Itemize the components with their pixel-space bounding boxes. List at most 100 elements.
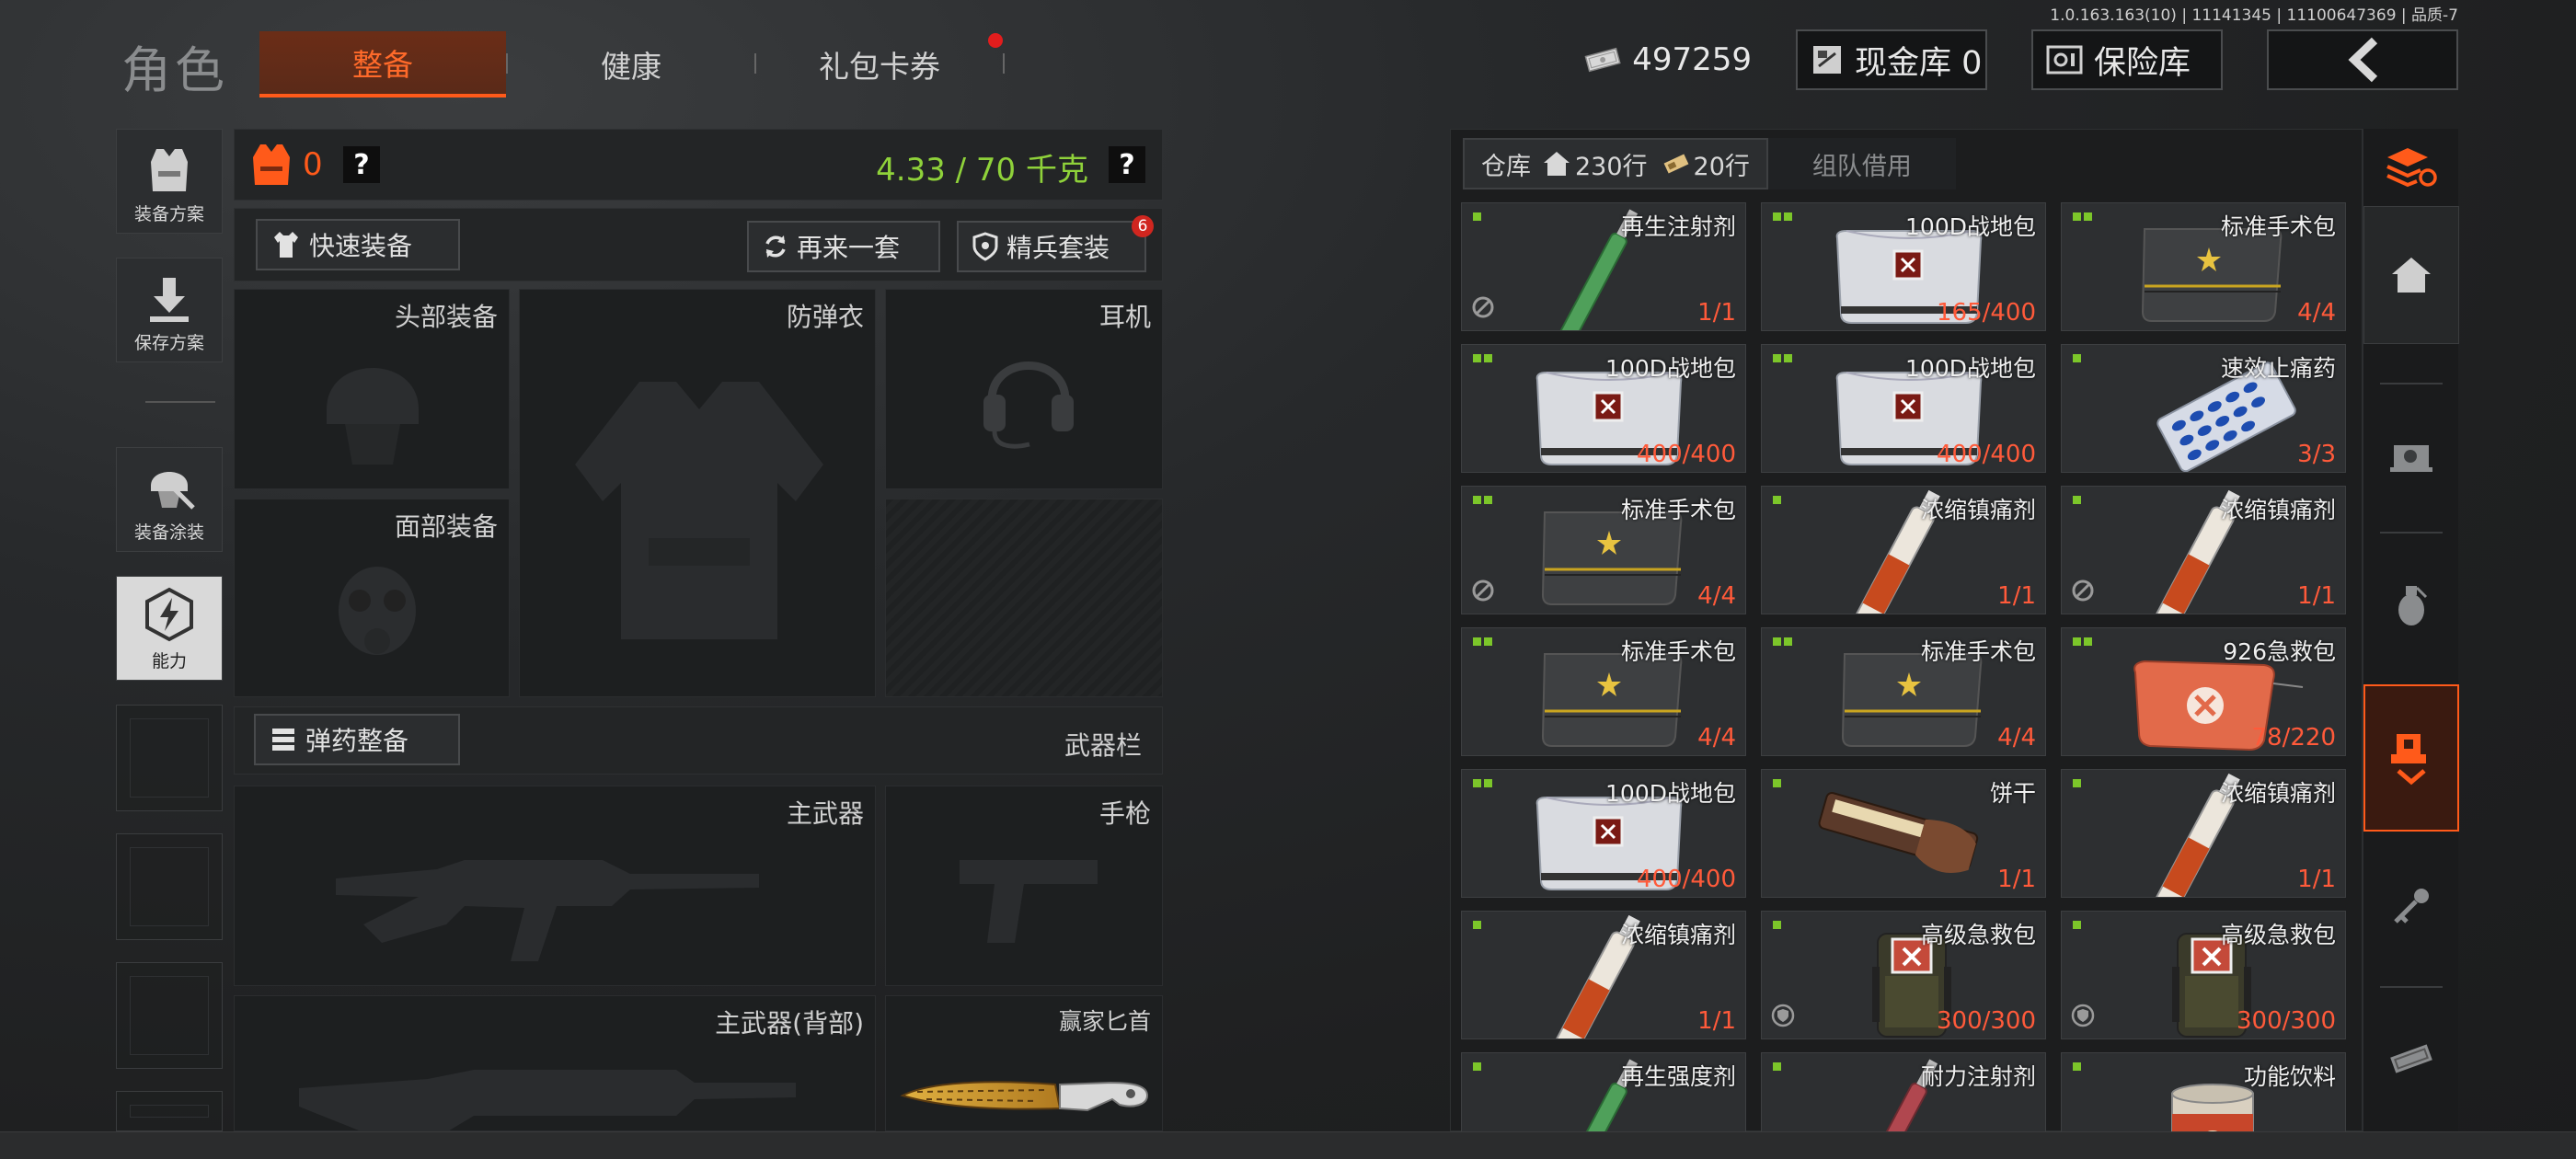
strip-divider (2380, 986, 2443, 988)
ticket-icon (1663, 154, 1688, 174)
item-quantity: 1/1 (1997, 866, 2036, 893)
slot-label: 防弹衣 (786, 302, 864, 332)
rarity-pip (1473, 212, 1481, 221)
safe-vault-button[interactable]: 保险库 (2031, 29, 2223, 90)
inventory-item[interactable]: 再生注射剂 1/1 (1461, 202, 1746, 331)
inventory-item[interactable]: 100D战地包 400/400 (1461, 769, 1746, 898)
face-slot[interactable]: 面部装备 (234, 499, 510, 697)
inventory-item[interactable]: 标准手术包 4/4 (2061, 202, 2346, 331)
loadout-plan-button[interactable]: 装备方案 (116, 129, 223, 234)
cash-vault-button[interactable]: 现金库 0 (1796, 29, 1987, 90)
slot-label: 面部装备 (394, 511, 498, 542)
item-quantity: 3/3 (2297, 441, 2336, 468)
inventory-item[interactable]: 饼干 1/1 (1761, 769, 2046, 898)
category-cash[interactable] (2363, 990, 2459, 1128)
repeat-set-button[interactable]: 再来一套 (747, 221, 940, 272)
item-name: 浓缩镇痛剂 (2220, 497, 2336, 523)
rarity-pip (1773, 354, 1781, 362)
primary-weapon-slot[interactable]: 主武器 (234, 786, 876, 986)
inventory-item[interactable]: 浓缩镇痛剂 1/1 (2061, 486, 2346, 614)
item-name: 浓缩镇痛剂 (1920, 497, 2036, 523)
rarity-pips (2073, 637, 2092, 646)
ability-button[interactable]: 能力 (116, 576, 223, 681)
rarity-pips (2073, 921, 2081, 929)
rarity-pips (1773, 354, 1792, 362)
inventory-item[interactable]: 再生强度剂 (1461, 1052, 1746, 1139)
body-armor-slot[interactable]: 防弹衣 (519, 289, 876, 697)
cash-vault-label: 现金库 0 (1855, 44, 1983, 82)
item-quantity: 1/1 (1697, 1007, 1736, 1035)
inventory-item[interactable]: 100D战地包 400/400 (1461, 344, 1746, 473)
weight-help-button[interactable]: ? (1109, 146, 1145, 183)
inventory-item[interactable]: 高级急救包 300/300 (1761, 911, 2046, 1039)
locked-slot (885, 499, 1163, 697)
tab-warehouse[interactable]: 仓库 230行 20行 (1463, 138, 1768, 189)
save-plan-button[interactable]: 保存方案 (116, 258, 223, 362)
pistol-slot[interactable]: 手枪 (885, 786, 1163, 986)
category-all[interactable] (2363, 129, 2459, 206)
inventory-item[interactable]: 标准手术包 4/4 (1461, 486, 1746, 614)
inventory-item[interactable]: 926急救包 78/220 (2061, 627, 2346, 756)
armor-count: 0 (303, 146, 323, 183)
inventory-item[interactable]: 浓缩镇痛剂 1/1 (1461, 911, 1746, 1039)
page-title: 角色 (121, 41, 228, 99)
rarity-pip (2073, 637, 2081, 646)
category-sight[interactable] (2363, 386, 2459, 524)
item-name: 耐力注射剂 (1920, 1063, 2036, 1090)
tab-label: 礼包卡券 (819, 49, 940, 85)
pistol-silhouette-icon (960, 860, 1098, 943)
item-name: 浓缩镇痛剂 (2220, 780, 2336, 807)
inventory-item[interactable]: 高级急救包 300/300 (2061, 911, 2346, 1039)
inventory-item[interactable]: 100D战地包 400/400 (1761, 344, 2046, 473)
inventory-item[interactable]: 功能饮料 (2061, 1052, 2346, 1139)
elite-set-badge: 6 (1132, 215, 1154, 237)
item-name: 标准手术包 (1620, 497, 1736, 523)
inventory-item[interactable]: 标准手术包 4/4 (1461, 627, 1746, 756)
safe-vault-label: 保险库 (2094, 44, 2191, 82)
rarity-pips (1773, 779, 1781, 787)
help-glyph: ? (353, 148, 370, 181)
item-quantity: 1/1 (1997, 582, 2036, 610)
tab-health[interactable]: 健康 (508, 31, 754, 98)
slot-label: 主武器 (786, 798, 864, 829)
help-button[interactable]: ? (343, 146, 380, 183)
inventory-item[interactable]: 标准手术包 4/4 (1761, 627, 2046, 756)
inventory-item[interactable]: 速效止痛药 3/3 (2061, 344, 2346, 473)
ammo-prep-button[interactable]: 弹药整备 (254, 714, 460, 765)
rarity-pip (1473, 637, 1481, 646)
head-slot[interactable]: 头部装备 (234, 289, 510, 489)
inventory-item[interactable]: 浓缩镇痛剂 1/1 (1761, 486, 2046, 614)
tab-team-borrow[interactable]: 组队借用 (1767, 138, 1956, 189)
vest-icon (151, 149, 188, 191)
quick-equip-label: 快速装备 (309, 231, 413, 261)
item-quantity: 1/1 (2297, 582, 2336, 610)
category-grenade[interactable] (2363, 535, 2459, 673)
category-home[interactable] (2363, 206, 2459, 344)
inventory-item[interactable]: 100D战地包 165/400 (1761, 202, 2046, 331)
tab-equip[interactable]: 整备 (259, 31, 506, 98)
primary-weapon-back-slot[interactable]: 主武器(背部) (234, 995, 876, 1132)
rarity-pip (2073, 496, 2081, 504)
rarity-pip (1784, 212, 1792, 221)
back-button[interactable] (2267, 29, 2458, 90)
weight-readout: 4.33 / 70 千克 (876, 152, 1088, 189)
equipment-skin-button[interactable]: 装备涂装 (116, 447, 223, 552)
rarity-pips (1773, 637, 1792, 646)
inventory-item[interactable]: 浓缩镇痛剂 1/1 (2061, 769, 2346, 898)
headset-slot[interactable]: 耳机 (885, 289, 1163, 489)
elite-set-button[interactable]: 精兵套装 (957, 221, 1146, 272)
rarity-pips (2073, 779, 2081, 787)
key-icon (2394, 889, 2429, 924)
empty-sidebar-slot (116, 705, 223, 811)
knife-slot[interactable]: 赢家匕首 (885, 995, 1163, 1131)
quick-equip-button[interactable]: 快速装备 (256, 219, 460, 270)
inventory-item[interactable]: 耐力注射剂 (1761, 1052, 2046, 1139)
headset-silhouette-icon (983, 361, 1074, 449)
strip-divider (2380, 383, 2443, 384)
category-keys[interactable] (2363, 837, 2459, 975)
slot-label: 手枪 (1098, 798, 1151, 829)
tab-gift-coupons[interactable]: 礼包卡券 (756, 31, 1003, 98)
rarity-pip (2073, 779, 2081, 787)
category-supplies[interactable] (2363, 684, 2459, 832)
rarity-pips (1473, 921, 1481, 929)
